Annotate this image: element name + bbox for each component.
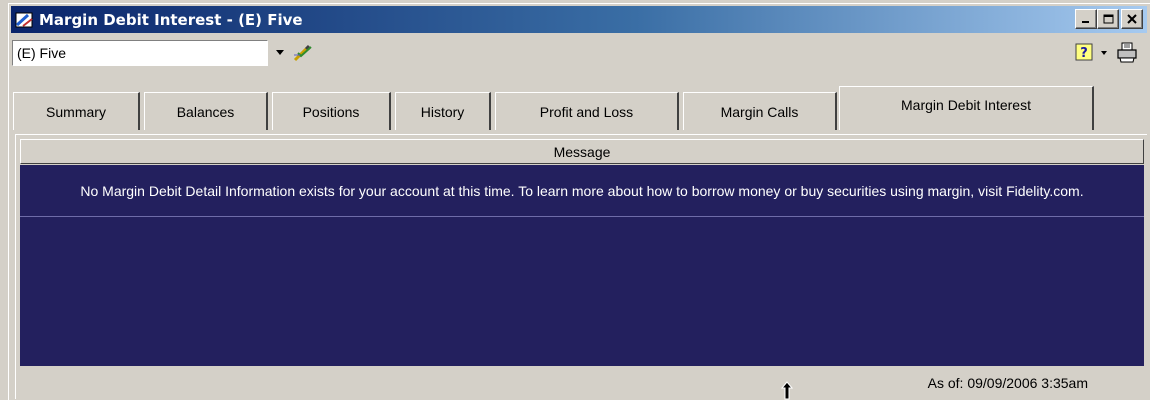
svg-text:?: ?	[1080, 46, 1088, 61]
minimize-icon	[1082, 21, 1089, 23]
message-grid[interactable]: No Margin Debit Detail Information exist…	[20, 165, 1144, 366]
help-icon[interactable]: ?	[1075, 42, 1093, 62]
tab-panel: Message No Margin Debit Detail Informati…	[15, 134, 1147, 399]
margin-debit-interest-window: Margin Debit Interest - (E) Five (E) Fiv…	[8, 3, 1150, 400]
app-icon	[15, 12, 33, 27]
message-text: No Margin Debit Detail Information exist…	[80, 182, 1084, 199]
tab-label: Profit and Loss	[539, 103, 634, 120]
window-title: Margin Debit Interest - (E) Five	[39, 10, 303, 29]
table-row[interactable]: No Margin Debit Detail Information exist…	[20, 165, 1144, 217]
printer-icon[interactable]	[1115, 41, 1139, 63]
close-button[interactable]	[1121, 9, 1143, 29]
tab-label: Balances	[176, 103, 235, 120]
help-dropdown-icon[interactable]	[1101, 51, 1107, 55]
minimize-button[interactable]	[1075, 9, 1097, 29]
pencil-check-icon[interactable]	[292, 43, 314, 63]
tab-balances[interactable]: Balances	[144, 92, 268, 130]
tab-history[interactable]: History	[395, 92, 491, 130]
grid-column-header-message[interactable]: Message	[20, 139, 1144, 164]
as-of-timestamp: As of: 09/09/2006 3:35am	[927, 375, 1088, 391]
mouse-cursor-icon	[781, 381, 793, 400]
toolbar: (E) Five ?	[11, 38, 1147, 68]
status-bar: As of: 09/09/2006 3:35am	[20, 369, 1144, 397]
tab-label: Summary	[46, 103, 106, 120]
account-combo-value: (E) Five	[17, 45, 66, 61]
tab-margin-debit-interest[interactable]: Margin Debit Interest	[839, 86, 1094, 130]
maximize-icon	[1103, 14, 1113, 24]
close-icon	[1127, 14, 1137, 24]
column-header-label: Message	[553, 143, 611, 160]
title-bar[interactable]: Margin Debit Interest - (E) Five	[11, 6, 1147, 33]
tab-summary[interactable]: Summary	[13, 92, 140, 130]
tab-label: Margin Debit Interest	[901, 96, 1031, 113]
chevron-down-icon[interactable]	[276, 50, 284, 55]
tab-profit-and-loss[interactable]: Profit and Loss	[495, 92, 679, 130]
account-combo[interactable]: (E) Five	[12, 40, 268, 66]
tab-positions[interactable]: Positions	[272, 92, 391, 130]
maximize-button[interactable]	[1097, 9, 1119, 29]
tab-label: History	[420, 103, 465, 120]
tab-label: Positions	[302, 103, 360, 120]
tab-margin-calls[interactable]: Margin Calls	[683, 92, 837, 130]
tab-label: Margin Calls	[720, 103, 799, 120]
